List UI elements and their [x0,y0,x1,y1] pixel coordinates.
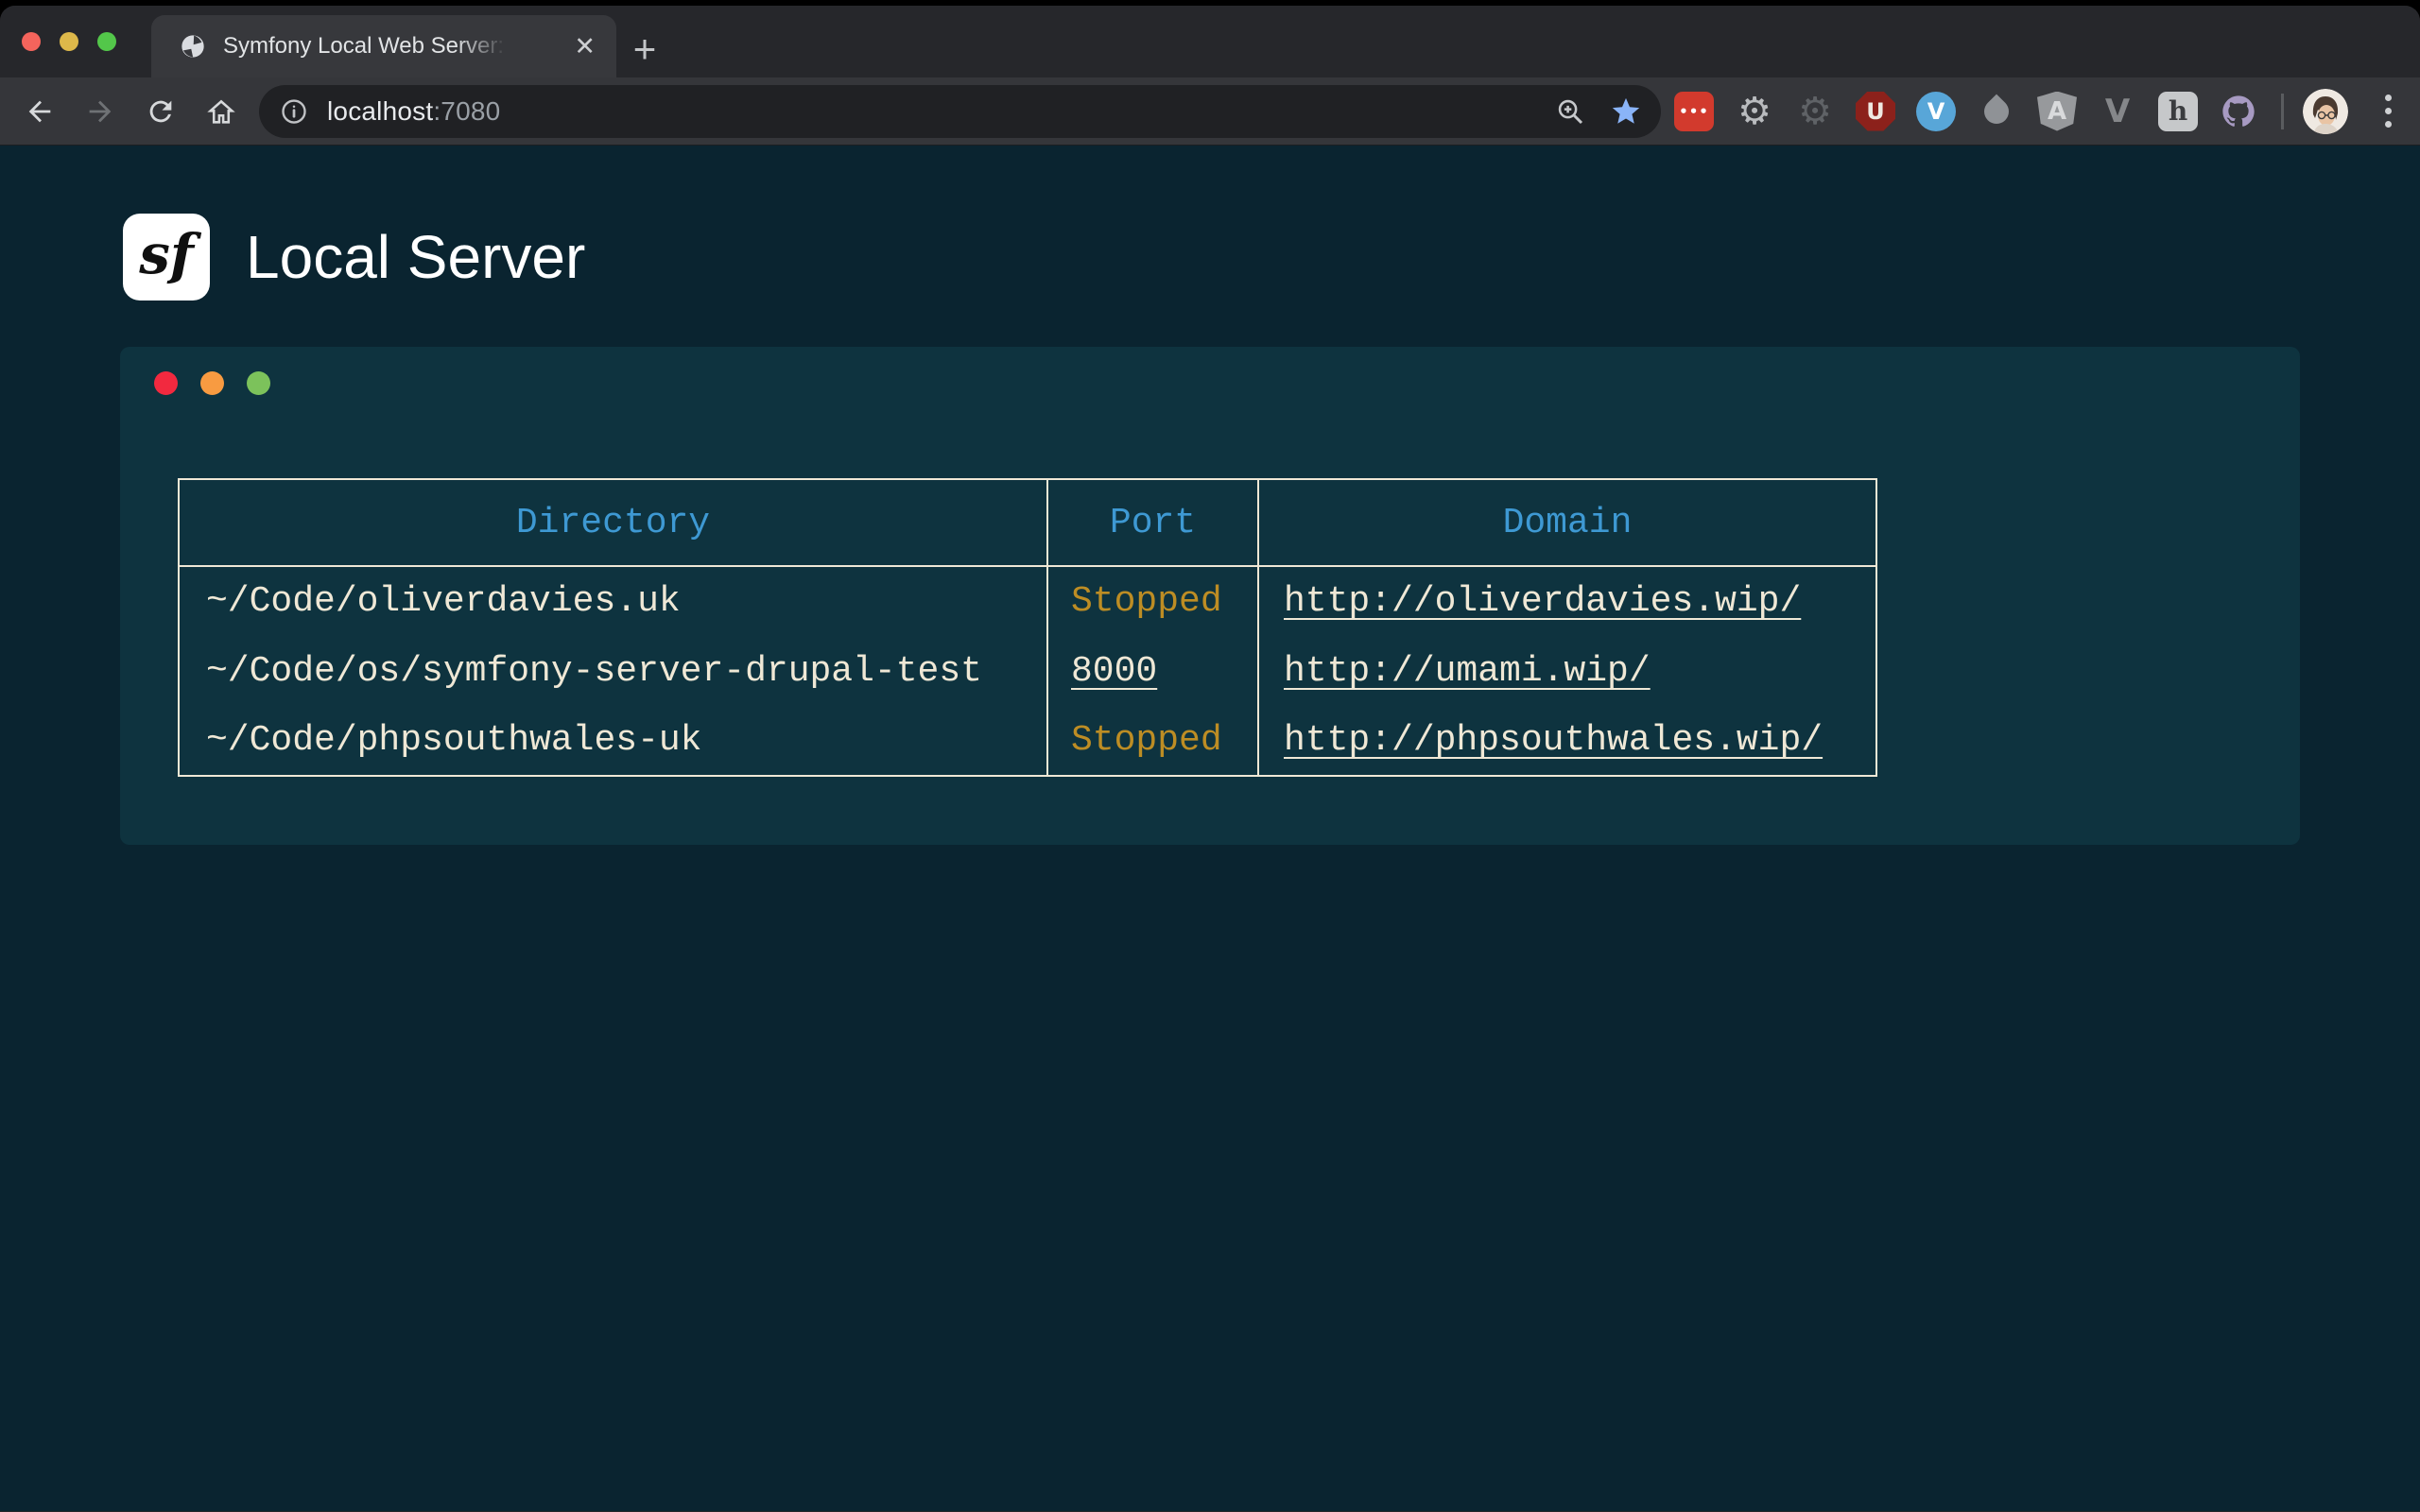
server-card: Directory Port Domain ~/Code/oliverdavie… [120,347,2300,845]
red-dot-icon [154,371,178,395]
tab-close-icon[interactable]: ✕ [574,34,596,60]
reload-icon [145,95,177,128]
back-arrow-icon [24,95,56,128]
bookmark-star-icon[interactable] [1610,95,1642,128]
gear-extension-icon[interactable]: ⚙ [1735,92,1774,131]
toolbar-separator [2281,94,2284,129]
port-link[interactable]: 8000 [1071,651,1157,692]
forward-arrow-icon [84,95,116,128]
browser-toolbar: localhost:7080 ••• ⚙ ⚙ U V A V h [0,77,2420,146]
page-zoom-icon[interactable] [1555,96,1585,127]
profile-avatar[interactable] [2303,89,2348,134]
directory-cell: ~/Code/oliverdavies.uk [179,566,1047,636]
column-header-port: Port [1047,479,1258,566]
window-zoom-button[interactable] [97,32,116,51]
extensions-bar: ••• ⚙ ⚙ U V A V h [1674,92,2258,131]
brand-header: sf Local Server [123,214,585,301]
browser-window: Symfony Local Web Server: Prox ✕ + [0,6,2420,1512]
table-row: ~/Code/os/symfony-server-drupal-test 800… [179,636,1876,706]
forward-button[interactable] [70,77,130,146]
port-status: Stopped [1071,581,1222,622]
table-header-row: Directory Port Domain [179,479,1876,566]
gear-disabled-extension-icon[interactable]: ⚙ [1795,92,1835,131]
browser-menu-icon[interactable] [2369,94,2407,128]
browser-tab[interactable]: Symfony Local Web Server: Prox ✕ [151,15,616,77]
orange-dot-icon [200,371,224,395]
lastpass-extension-icon[interactable]: ••• [1674,92,1714,131]
url-host: localhost [327,96,433,126]
page-title: Local Server [246,222,585,292]
symfony-logo-glyph: sf [139,222,194,286]
tab-strip: Symfony Local Web Server: Prox ✕ + [0,6,2420,77]
directory-cell: ~/Code/phpsouthwales-uk [179,706,1047,776]
back-button[interactable] [9,77,70,146]
home-icon [205,95,237,128]
ublock-extension-icon[interactable]: U [1856,92,1895,131]
page-content: sf Local Server Directory Port Domain [0,146,2420,1511]
domain-link[interactable]: http://phpsouthwales.wip/ [1284,720,1823,761]
new-tab-button[interactable]: + [626,30,664,68]
column-header-domain: Domain [1258,479,1876,566]
angular-extension-icon[interactable]: A [2037,92,2077,131]
domain-link[interactable]: http://umami.wip/ [1284,651,1651,692]
directory-cell: ~/Code/os/symfony-server-drupal-test [179,636,1047,706]
table-row: ~/Code/phpsouthwales-uk Stopped http://p… [179,706,1876,776]
vue-extension-icon[interactable]: V [2098,92,2137,131]
symfony-logo: sf [123,214,210,301]
droplet-icon [1979,94,2014,129]
site-info-icon[interactable] [280,97,308,126]
table-row: ~/Code/oliverdavies.uk Stopped http://ol… [179,566,1876,636]
card-traffic-dots [154,371,270,395]
avatar-illustration [2303,89,2348,134]
url-port: :7080 [433,96,500,126]
window-controls [22,32,116,51]
github-extension-icon[interactable] [2219,92,2258,131]
domain-link[interactable]: http://oliverdavies.wip/ [1284,581,1801,622]
vimium-extension-icon[interactable]: V [1916,92,1956,131]
home-button[interactable] [191,77,251,146]
servers-table: Directory Port Domain ~/Code/oliverdavie… [178,478,1877,777]
window-close-button[interactable] [22,32,41,51]
reload-button[interactable] [130,77,191,146]
globe-favicon-icon [180,33,206,60]
address-bar[interactable]: localhost:7080 [259,85,1661,138]
url-text: localhost:7080 [327,96,500,127]
tab-title: Symfony Local Web Server: Prox [223,33,507,60]
window-minimize-button[interactable] [60,32,78,51]
port-status: Stopped [1071,720,1222,761]
h-extension-icon[interactable]: h [2158,92,2198,131]
drupal-extension-icon[interactable] [1977,92,2016,131]
column-header-directory: Directory [179,479,1047,566]
green-dot-icon [247,371,270,395]
octocat-icon [2220,93,2257,130]
